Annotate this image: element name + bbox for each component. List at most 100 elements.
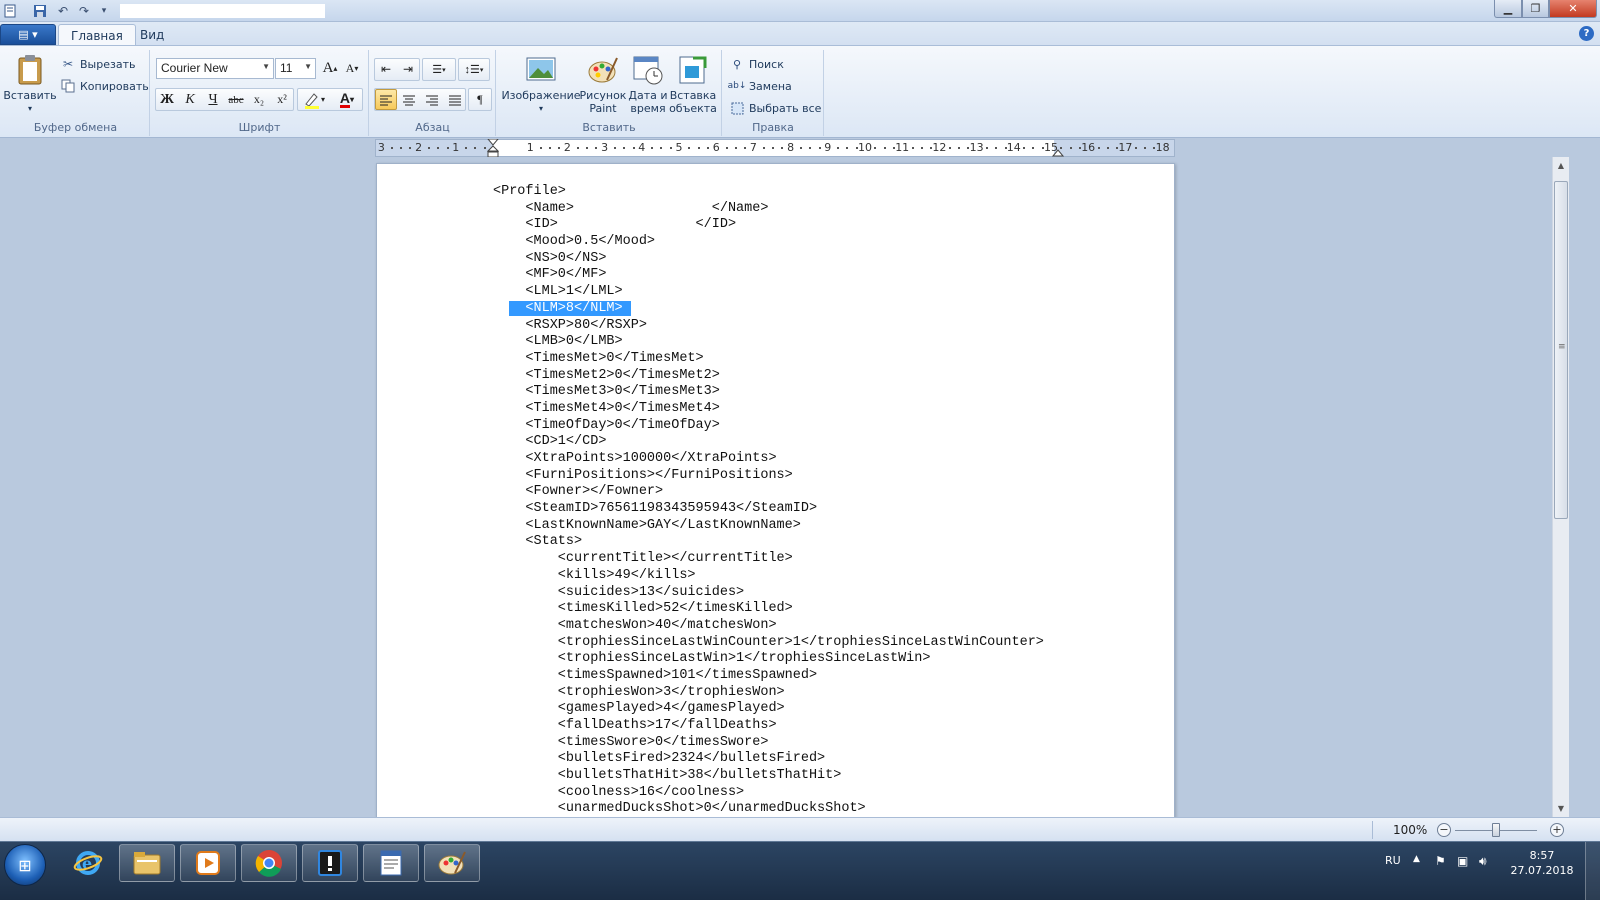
start-button[interactable]: ⊞ (4, 844, 46, 886)
text-line[interactable]: <FurniPositions></FurniPositions> (493, 468, 1044, 485)
close-button[interactable]: ✕ (1549, 0, 1597, 18)
scroll-up-icon[interactable]: ▲ (1553, 157, 1569, 174)
text-line[interactable]: <currentTitle></currentTitle> (493, 551, 1044, 568)
text-line[interactable]: <timesSpawned>101</timesSpawned> (493, 668, 1044, 685)
customize-toolbar-dropdown-icon[interactable]: ▾ (96, 3, 112, 19)
select-all-button[interactable]: Выбрать все (729, 98, 821, 118)
text-line[interactable]: <trophiesSinceLastWin>1</trophiesSinceLa… (493, 651, 1044, 668)
app-icon[interactable] (302, 844, 358, 882)
text-line[interactable]: <unarmedDucksShot>0</unarmedDucksShot> (493, 801, 1044, 817)
paste-dropdown-icon[interactable]: ▾ (28, 102, 32, 115)
grow-font-button[interactable]: A ▴ (319, 58, 341, 79)
paragraph-settings-icon[interactable]: ¶ (469, 89, 491, 110)
horizontal-ruler[interactable]: 3 2 1 1 2 3 4 5 6 7 8 9 10 11 12 13 14 15 16 17 18 (375, 139, 1175, 159)
redo-icon[interactable]: ↷ (76, 3, 92, 19)
tab-view[interactable]: Вид (128, 24, 176, 46)
volume-icon[interactable]: 🔊︎ (1479, 854, 1487, 869)
date-time-button[interactable]: Дата и время (627, 50, 669, 115)
align-center-icon[interactable] (398, 89, 420, 110)
indent-marker-icon[interactable] (487, 139, 499, 159)
bullet-list-icon[interactable]: ☰ ▾ (423, 59, 455, 80)
text-line[interactable]: <TimesMet4>0</TimesMet4> (493, 401, 1044, 418)
text-line[interactable]: <kills>49</kills> (493, 568, 1044, 585)
language-indicator[interactable]: RU (1385, 854, 1401, 867)
text-line[interactable]: <Profile> (493, 184, 1044, 201)
text-line[interactable]: <TimesMet>0</TimesMet> (493, 351, 1044, 368)
zoom-out-button[interactable]: − (1437, 823, 1451, 837)
save-icon[interactable] (32, 3, 48, 19)
selected-text-line[interactable]: <NLM>8</NLM> (493, 300, 1044, 318)
insert-object-button[interactable]: Вставка объекта (669, 50, 717, 115)
shrink-font-button[interactable]: A ▾ (341, 58, 363, 79)
help-icon[interactable]: ? (1579, 26, 1594, 41)
cut-button[interactable]: ✂ Вырезать (60, 54, 136, 74)
highlight-color-button[interactable]: ▾ (298, 89, 330, 110)
minimize-button[interactable]: ▁ (1494, 0, 1522, 18)
tab-home[interactable]: Главная (58, 24, 136, 46)
text-line[interactable]: <MF>0</MF> (493, 267, 1044, 284)
vertical-scrollbar[interactable]: ▲ ▼ (1552, 157, 1569, 817)
justify-icon[interactable] (444, 89, 466, 110)
align-left-icon[interactable] (375, 89, 397, 110)
scroll-down-icon[interactable]: ▼ (1553, 800, 1569, 817)
app-menu-button[interactable]: ▤ ▾ (0, 24, 56, 45)
text-line[interactable]: <LML>1</LML> (493, 284, 1044, 301)
wordpad-app-icon[interactable] (2, 3, 18, 19)
text-line[interactable]: <Fowner></Fowner> (493, 484, 1044, 501)
show-desktop-button[interactable] (1585, 842, 1600, 900)
network-icon[interactable]: ▣ (1457, 854, 1468, 868)
paint-icon[interactable] (424, 844, 480, 882)
replace-button[interactable]: ab↓ Замена (728, 76, 792, 96)
increase-indent-icon[interactable]: ⇥ (397, 59, 419, 80)
scrollbar-thumb[interactable] (1554, 181, 1568, 519)
find-button[interactable]: ⚲ Поиск (729, 54, 784, 74)
zoom-in-button[interactable]: + (1550, 823, 1564, 837)
paint-drawing-button[interactable]: Рисунок Paint (580, 50, 626, 115)
decrease-indent-icon[interactable]: ⇤ (375, 59, 397, 80)
text-line[interactable]: <coolness>16</coolness> (493, 785, 1044, 802)
zoom-slider-thumb[interactable] (1492, 823, 1500, 837)
text-line[interactable]: <timesKilled>52</timesKilled> (493, 601, 1044, 618)
font-color-button[interactable]: A ▾ (331, 89, 363, 110)
text-line[interactable]: <bulletsFired>2324</bulletsFired> (493, 751, 1044, 768)
ie-icon[interactable]: e (60, 844, 116, 882)
font-size-select[interactable]: 11 ▼ (275, 58, 316, 79)
chrome-icon[interactable] (241, 844, 297, 882)
text-line[interactable]: <LMB>0</LMB> (493, 334, 1044, 351)
document-page[interactable]: <Profile> <Name> </Name> <ID> </ID> <Moo… (376, 163, 1175, 817)
line-spacing-icon[interactable]: ↕☰ ▾ (459, 59, 489, 80)
action-center-flag-icon[interactable]: ⚑ (1435, 854, 1446, 868)
text-line[interactable]: <timesSwore>0</timesSwore> (493, 735, 1044, 752)
copy-button[interactable]: Копировать (60, 76, 149, 96)
clock[interactable]: 8:57 27.07.2018 (1507, 848, 1577, 878)
insert-image-button[interactable]: Изображение ▾ (501, 50, 581, 115)
text-line[interactable]: <Stats> (493, 534, 1044, 551)
align-right-icon[interactable] (421, 89, 443, 110)
text-line[interactable]: <NS>0</NS> (493, 251, 1044, 268)
text-line[interactable]: <LastKnownName>GAY</LastKnownName> (493, 518, 1044, 535)
bold-button[interactable]: Ж (156, 89, 178, 110)
text-line[interactable]: <TimeOfDay>0</TimeOfDay> (493, 418, 1044, 435)
text-line[interactable]: <trophiesSinceLastWinCounter>1</trophies… (493, 635, 1044, 652)
explorer-icon[interactable] (119, 844, 175, 882)
italic-button[interactable]: К (179, 89, 201, 110)
wordpad-icon[interactable] (363, 844, 419, 882)
text-line[interactable]: <CD>1</CD> (493, 434, 1044, 451)
text-line[interactable]: <Mood>0.5</Mood> (493, 234, 1044, 251)
text-line[interactable]: <fallDeaths>17</fallDeaths> (493, 718, 1044, 735)
undo-icon[interactable]: ↶ (55, 3, 71, 19)
subscript-button[interactable]: x₂ (248, 89, 270, 110)
strikethrough-button[interactable]: abc (225, 89, 247, 110)
text-line[interactable]: <RSXP>80</RSXP> (493, 318, 1044, 335)
font-name-select[interactable]: Courier New ▼ (156, 58, 274, 79)
text-line[interactable]: <TimesMet2>0</TimesMet2> (493, 368, 1044, 385)
show-hidden-icons-icon[interactable]: ▲ (1413, 854, 1420, 864)
media-player-icon[interactable] (180, 844, 236, 882)
superscript-button[interactable]: x² (271, 89, 293, 110)
document-text[interactable]: <Profile> <Name> </Name> <ID> </ID> <Moo… (493, 184, 1044, 817)
underline-button[interactable]: Ч (202, 89, 224, 110)
text-line[interactable]: <ID> </ID> (493, 217, 1044, 234)
text-line[interactable]: <SteamID>76561198343595943</SteamID> (493, 501, 1044, 518)
text-line[interactable]: <TimesMet3>0</TimesMet3> (493, 384, 1044, 401)
text-line[interactable]: <matchesWon>40</matchesWon> (493, 618, 1044, 635)
